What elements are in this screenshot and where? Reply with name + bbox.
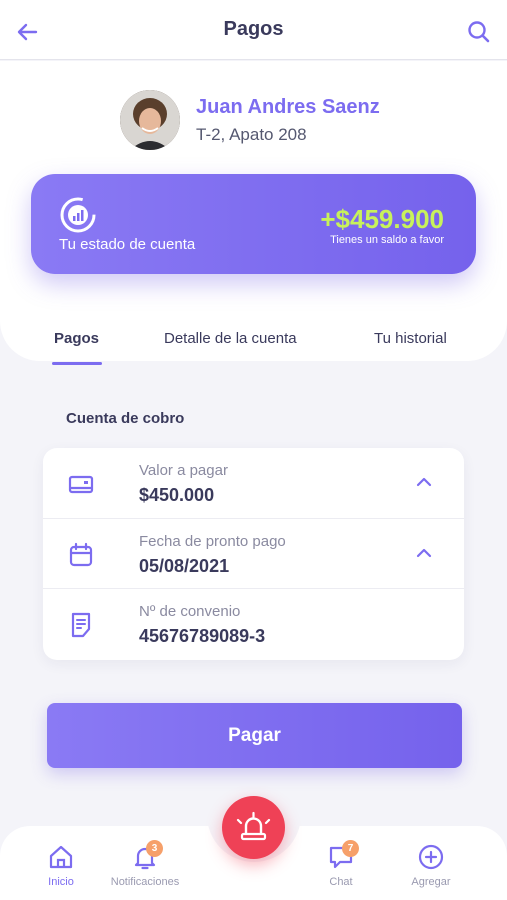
balance-amount: +$459.900 <box>320 204 444 234</box>
profile-name: Juan Andres Saenz <box>196 95 380 118</box>
nav-item-inicio[interactable]: Inicio <box>16 842 106 888</box>
calendar-icon <box>69 542 93 567</box>
balance-note: Tienes un saldo a favor <box>330 234 444 246</box>
row-label: Valor a pagar <box>139 462 228 479</box>
page-title: Pagos <box>223 18 284 40</box>
balance-card[interactable]: Tu estado de cuenta +$459.900 Tienes un … <box>31 174 476 274</box>
nav-label: Agregar <box>411 876 451 888</box>
nav-label: Notificaciones <box>110 876 180 888</box>
list-item-convenio: Nº de convenio 45676789089-3 <box>43 588 464 658</box>
list-item-fecha[interactable]: Fecha de pronto pago 05/08/2021 <box>43 518 464 588</box>
nav-item-chat[interactable]: 7 Chat <box>296 840 386 888</box>
profile-block: Juan Andres Saenz T-2, Apato 208 <box>120 90 380 150</box>
row-label: Fecha de pronto pago <box>139 533 286 550</box>
panic-alarm-button[interactable] <box>222 796 285 859</box>
chevron-up-icon[interactable] <box>414 474 434 490</box>
home-icon <box>49 845 73 869</box>
row-value: 05/08/2021 <box>139 556 230 576</box>
list-item-valor[interactable]: Valor a pagar $450.000 <box>43 448 464 518</box>
app-header: Pagos <box>0 0 507 60</box>
payment-info-card: Valor a pagar $450.000 Fecha de pronto p… <box>43 448 464 660</box>
row-label: Nº de convenio <box>139 603 241 620</box>
search-icon[interactable] <box>465 18 493 46</box>
card-icon <box>68 475 94 494</box>
nav-item-notificaciones[interactable]: 3 Notificaciones <box>100 840 190 888</box>
balance-label: Tu estado de cuenta <box>59 236 196 253</box>
nav-label: Inicio <box>48 876 74 888</box>
pay-button[interactable]: Pagar <box>47 703 462 768</box>
account-status-icon <box>60 197 96 233</box>
add-circle-icon <box>418 844 444 870</box>
chevron-up-icon[interactable] <box>414 545 434 561</box>
row-value: 45676789089-3 <box>139 626 266 646</box>
active-tab-indicator <box>52 362 102 365</box>
tab-detalle-cuenta[interactable]: Detalle de la cuenta <box>164 330 297 347</box>
profile-unit: T-2, Apato 208 <box>196 124 307 144</box>
tab-bar: Pagos Detalle de la cuenta Tu historial <box>0 320 507 368</box>
section-title: Cuenta de cobro <box>66 410 185 427</box>
avatar <box>120 90 180 150</box>
nav-label: Chat <box>329 876 353 888</box>
tab-historial[interactable]: Tu historial <box>374 330 447 347</box>
nav-item-agregar[interactable]: Agregar <box>386 842 476 888</box>
chat-badge: 7 <box>342 840 359 857</box>
document-icon <box>71 612 91 638</box>
alarm-siren-icon <box>236 811 271 841</box>
row-value: $450.000 <box>139 485 215 505</box>
notification-badge: 3 <box>146 840 163 857</box>
tab-pagos[interactable]: Pagos <box>54 330 99 347</box>
